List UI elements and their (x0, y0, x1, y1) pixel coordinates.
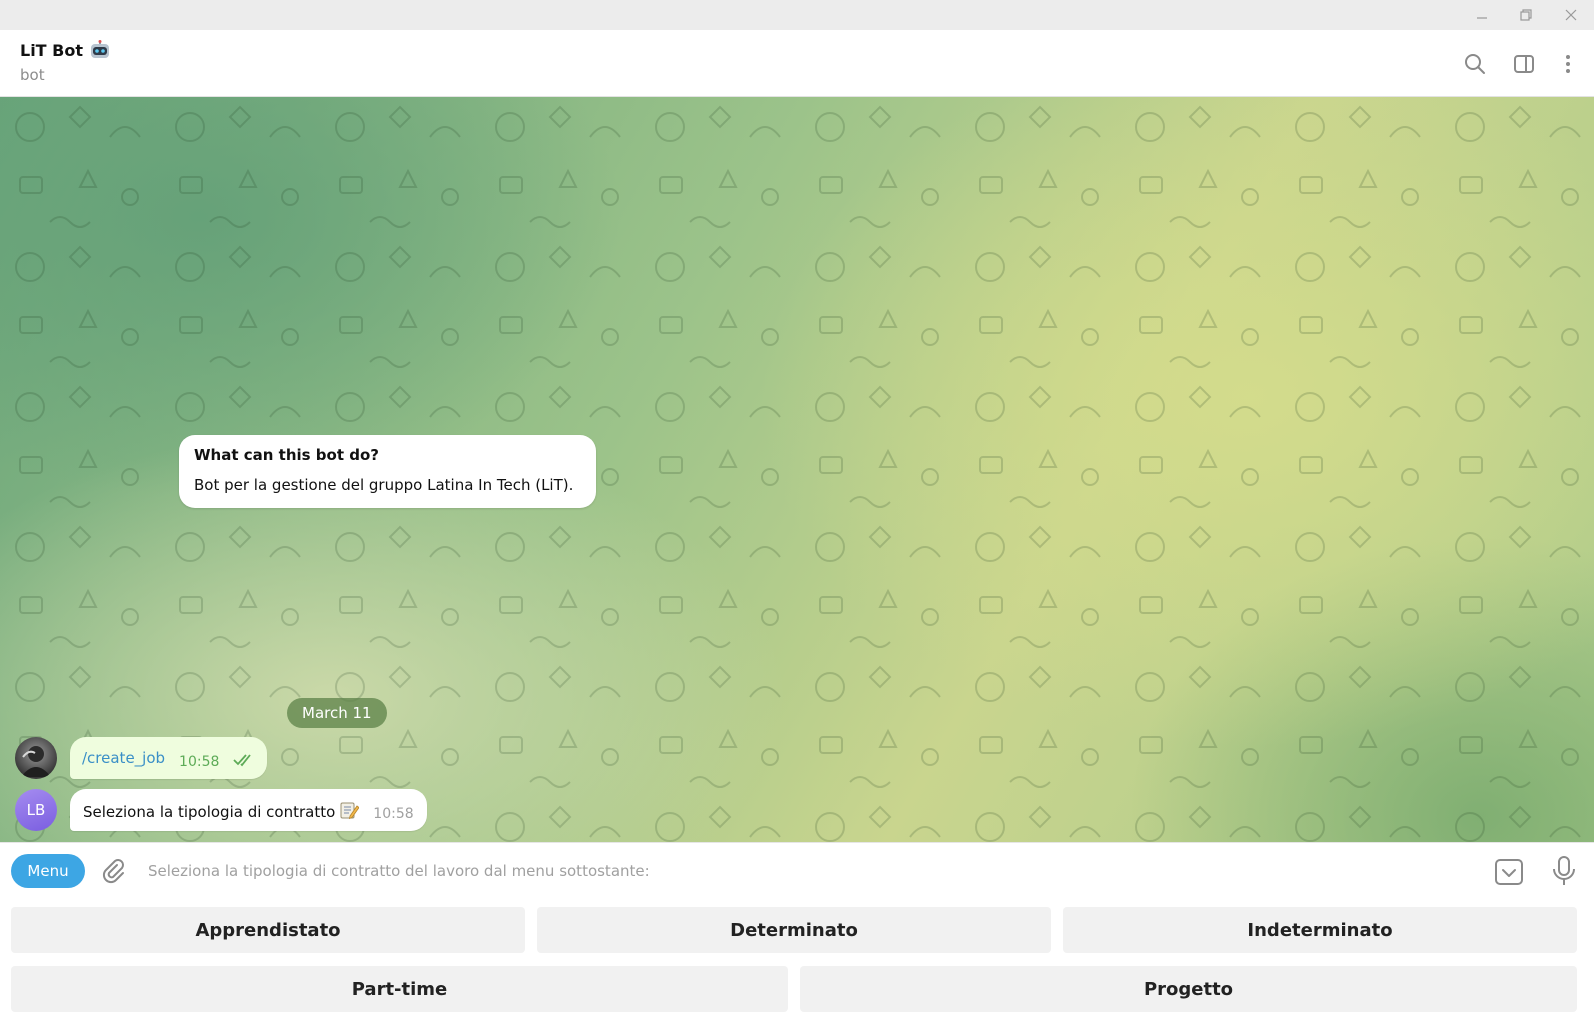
more-vertical-icon (1566, 55, 1570, 73)
outgoing-message[interactable]: /create_job 10:58 (70, 737, 268, 779)
keyboard-toggle-icon[interactable] (1494, 857, 1524, 887)
robot-icon (91, 40, 109, 58)
keyboard-button-progetto[interactable]: Progetto (800, 966, 1577, 1012)
avatar[interactable] (15, 737, 57, 779)
bot-info-title: What can this bot do? (194, 446, 379, 464)
close-icon (1565, 9, 1577, 21)
chat-subtitle: bot (20, 66, 45, 84)
minimize-button[interactable] (1459, 0, 1505, 30)
incoming-message[interactable]: Seleziona la tipologia di contratto 10:5… (70, 789, 427, 831)
user-photo-icon (21, 746, 51, 777)
chat-header: LiT Bot bot (0, 30, 1594, 97)
bot-menu-button[interactable]: Menu (11, 854, 85, 888)
close-button[interactable] (1548, 0, 1594, 30)
message-text: Seleziona la tipologia di contratto (83, 800, 360, 821)
keyboard-button-determinato[interactable]: Determinato (537, 907, 1051, 953)
chat-title[interactable]: LiT Bot (20, 40, 111, 60)
message-input[interactable] (148, 857, 1448, 885)
reply-keyboard: Apprendistato Determinato Indeterminato … (0, 898, 1594, 1020)
search-button[interactable] (1461, 50, 1489, 78)
paperclip-icon[interactable] (99, 857, 127, 885)
date-separator: March 11 (287, 698, 387, 728)
bot-info-text: Bot per la gestione del gruppo Latina In… (194, 476, 574, 494)
restore-button[interactable] (1503, 0, 1549, 30)
composer: Menu (0, 842, 1594, 898)
memo-icon (340, 802, 360, 819)
chat-area[interactable]: What can this bot do? Bot per la gestion… (0, 97, 1594, 842)
sidebar-toggle-icon (1514, 55, 1534, 73)
message-time: 10:58 (179, 754, 220, 770)
keyboard-button-apprendistato[interactable]: Apprendistato (11, 907, 525, 953)
more-button[interactable] (1554, 50, 1582, 78)
message-time: 10:58 (373, 806, 414, 822)
keyboard-button-part-time[interactable]: Part-time (11, 966, 788, 1012)
chat-title-text: LiT Bot (20, 40, 83, 60)
command-link[interactable]: /create_job (82, 749, 165, 767)
search-icon (1465, 54, 1485, 74)
minimize-icon (1477, 17, 1487, 19)
avatar[interactable]: LB (15, 789, 57, 831)
restore-icon (1520, 9, 1532, 21)
sidebar-toggle-button[interactable] (1510, 50, 1538, 78)
message-body: Seleziona la tipologia di contratto (83, 802, 336, 821)
bot-info-card: What can this bot do? Bot per la gestion… (179, 435, 596, 508)
microphone-icon[interactable] (1549, 855, 1579, 887)
window-titlebar (0, 0, 1594, 30)
keyboard-button-indeterminato[interactable]: Indeterminato (1063, 907, 1577, 953)
read-checkmarks-icon (233, 745, 255, 771)
